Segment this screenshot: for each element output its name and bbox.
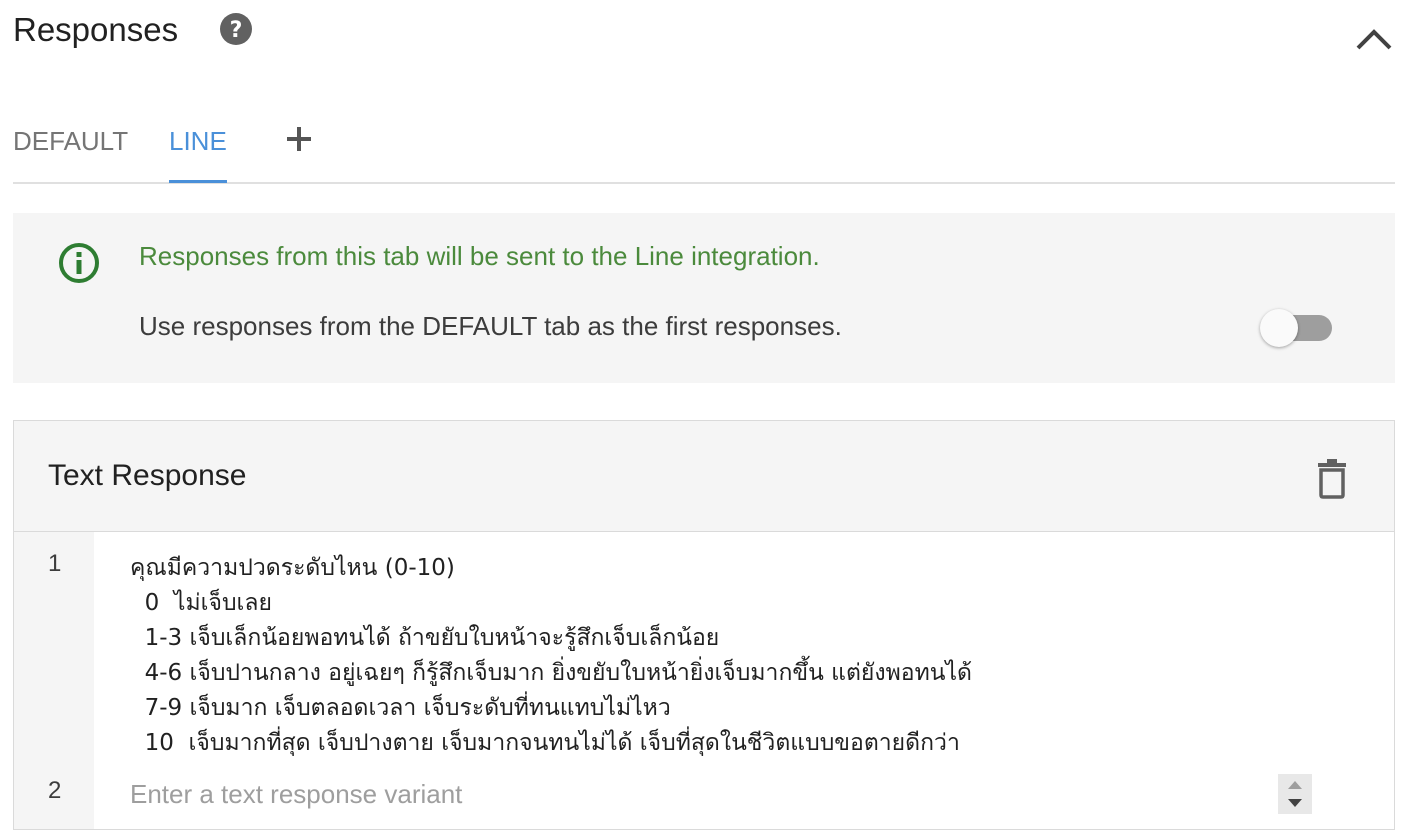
toggle-thumb [1260,309,1298,347]
reorder-arrows-icon[interactable] [1278,774,1312,814]
help-circle-icon[interactable]: ? [219,12,253,46]
responses-header: Responses [13,8,178,52]
card-title: Text Response [48,459,247,492]
card-header: Text Response [14,421,1394,532]
plus-icon[interactable] [284,124,314,154]
tab-line[interactable]: LINE [169,126,227,157]
tab-bar: DEFAULT LINE [13,110,1395,184]
line-number-gutter: 1 2 [14,532,94,829]
use-default-responses-toggle[interactable] [1260,309,1332,347]
text-response-variant-input[interactable] [130,775,1270,813]
chevron-up-icon[interactable] [1354,24,1394,54]
line-number: 2 [48,777,62,804]
tab-default[interactable]: DEFAULT [13,126,128,157]
integration-info-message: Responses from this tab will be sent to … [139,241,820,271]
text-response-variant[interactable]: คุณมีความปวดระดับไหน (0-10) 0 ไม่เจ็บเลย… [130,551,1250,761]
line-number: 1 [48,550,62,577]
info-circle-icon [59,243,99,283]
active-tab-indicator [169,180,227,183]
svg-text:?: ? [230,18,243,43]
text-response-card: Text Response 1 2 คุณมีความปวดระดับไหน (… [13,420,1395,830]
integration-info-panel: Responses from this tab will be sent to … [13,213,1395,383]
use-default-responses-label: Use responses from the DEFAULT tab as th… [139,311,842,341]
page-title: Responses [13,11,179,48]
trash-icon[interactable] [1314,459,1350,499]
